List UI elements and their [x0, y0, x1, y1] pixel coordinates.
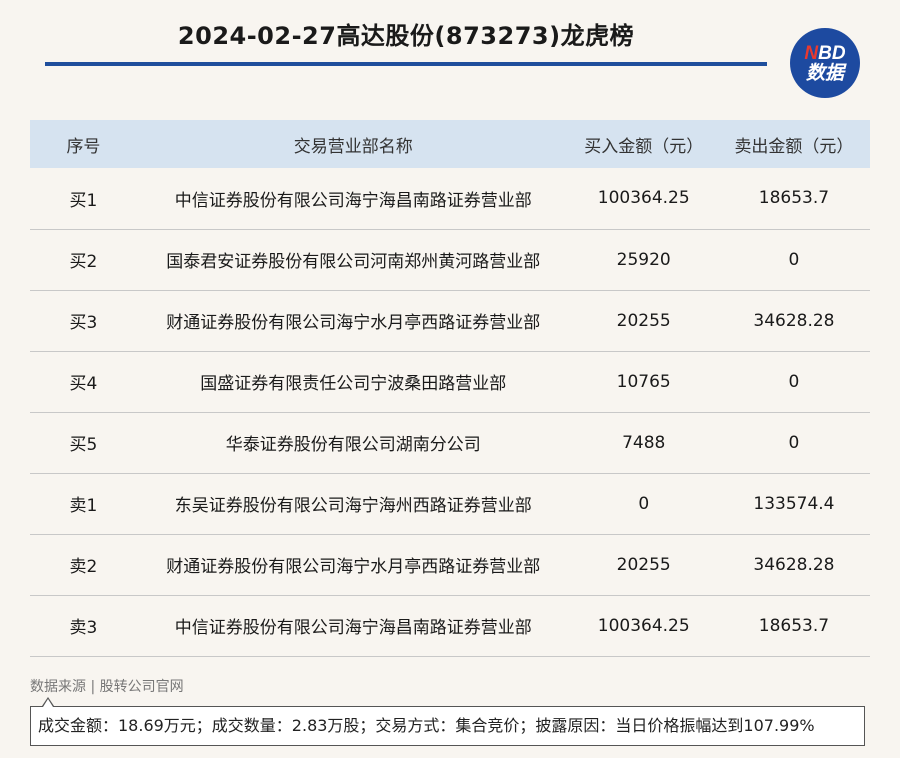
branch-cell: 财通证券股份有限公司海宁水月亭西路证券营业部: [166, 557, 541, 577]
branch-cell: 华泰证券股份有限公司湖南分公司: [225, 435, 481, 455]
table-row: 卖1 东吴证券股份有限公司海宁海州西路证券营业部 0 133574.4: [30, 473, 870, 534]
logo-letters-bd: BD: [818, 42, 846, 64]
nbd-logo: NBD 数据: [790, 28, 860, 98]
table-row: 卖2 财通证券股份有限公司海宁水月亭西路证券营业部 20255 34628.28: [30, 534, 870, 595]
trade-summary-note: 成交金额：18.69万元；成交数量：2.83万股；交易方式：集合竞价；披露原因：…: [30, 706, 865, 746]
table-row: 买4 国盛证券有限责任公司宁波桑田路营业部 10765 0: [30, 351, 870, 412]
rank-cell: 买3: [69, 313, 98, 333]
sell-amount-cell: 18653.7: [758, 615, 830, 636]
rank-cell: 买4: [69, 374, 98, 394]
rank-cell: 卖2: [69, 557, 98, 577]
column-header-rank: 序号: [66, 136, 101, 157]
branch-cell: 国泰君安证券股份有限公司河南郑州黄河路营业部: [166, 252, 541, 272]
sell-amount-cell: 34628.28: [753, 554, 835, 575]
column-header-sell: 卖出金额（元）: [734, 136, 854, 157]
table-row: 买1 中信证券股份有限公司海宁海昌南路证券营业部 100364.25 18653…: [30, 168, 870, 229]
page-title: 2024-02-27高达股份(873273)龙虎榜: [177, 22, 635, 50]
buy-amount-cell: 100364.25: [597, 615, 690, 636]
buy-amount-cell: 0: [638, 493, 650, 514]
table-header-row: 序号 交易营业部名称 买入金额（元） 卖出金额（元）: [30, 120, 870, 168]
logo-line-1: NBD: [804, 44, 845, 63]
rank-cell: 买2: [69, 252, 98, 272]
branch-cell: 东吴证券股份有限公司海宁海州西路证券营业部: [174, 496, 532, 516]
rank-cell: 卖1: [69, 496, 98, 516]
buy-amount-cell: 25920: [616, 249, 671, 270]
data-source: 数据来源 | 股转公司官网: [30, 679, 184, 695]
buy-amount-cell: 7488: [622, 432, 666, 453]
logo-line-2: 数据: [805, 62, 844, 84]
branch-cell: 国盛证券有限责任公司宁波桑田路营业部: [200, 374, 507, 394]
buy-amount-cell: 10765: [616, 371, 671, 392]
buy-amount-cell: 20255: [616, 554, 671, 575]
column-header-buy: 买入金额（元）: [584, 136, 704, 157]
table-row: 卖3 中信证券股份有限公司海宁海昌南路证券营业部 100364.25 18653…: [30, 595, 870, 656]
rank-cell: 卖3: [69, 618, 98, 638]
column-header-branch: 交易营业部名称: [293, 136, 413, 157]
dragon-tiger-table: 序号 交易营业部名称 买入金额（元） 卖出金额（元） 买1 中信证券股份有限公司…: [30, 120, 870, 657]
note-pointer-fill: [43, 699, 53, 707]
rank-cell: 买5: [69, 435, 98, 455]
sell-amount-cell: 0: [788, 249, 800, 270]
sell-amount-cell: 18653.7: [758, 188, 830, 209]
branch-cell: 财通证券股份有限公司海宁水月亭西路证券营业部: [166, 313, 541, 333]
table-row: 买3 财通证券股份有限公司海宁水月亭西路证券营业部 20255 34628.28: [30, 290, 870, 351]
sell-amount-cell: 0: [788, 371, 800, 392]
sell-amount-cell: 34628.28: [753, 310, 835, 331]
branch-cell: 中信证券股份有限公司海宁海昌南路证券营业部: [174, 190, 532, 211]
sell-amount-cell: 0: [788, 432, 800, 453]
sell-amount-cell: 133574.4: [753, 493, 835, 514]
table-row: 买2 国泰君安证券股份有限公司河南郑州黄河路营业部 25920 0: [30, 229, 870, 290]
buy-amount-cell: 100364.25: [597, 188, 690, 209]
title-underline: [45, 62, 767, 66]
branch-cell: 中信证券股份有限公司海宁海昌南路证券营业部: [174, 618, 532, 638]
logo-letter-n: N: [804, 42, 819, 64]
rank-cell: 买1: [69, 190, 98, 211]
buy-amount-cell: 20255: [616, 310, 671, 331]
table-row: 买5 华泰证券股份有限公司湖南分公司 7488 0: [30, 412, 870, 473]
